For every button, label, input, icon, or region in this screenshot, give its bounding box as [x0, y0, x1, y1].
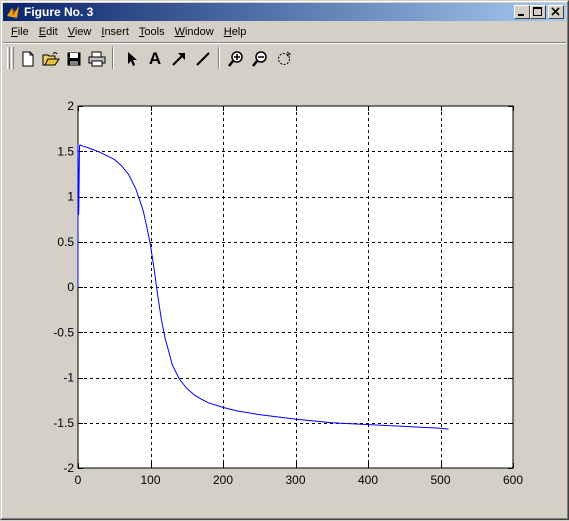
x-tick-labels: 0 100 200 300 400 500 600: [75, 473, 524, 487]
x-tick-label: 600: [503, 473, 523, 487]
plot-canvas[interactable]: 0 100 200 300 400 500 600 -2 -1.5 -1 -0.5 0 0.5 1 1.5…: [1, 1, 569, 521]
y-tick-label: 1: [67, 190, 74, 204]
y-tick-label: -2: [63, 461, 74, 475]
x-tick-label: 100: [140, 473, 160, 487]
figure-window: Figure No. 3 File Edit View Insert Tools Wind…: [0, 0, 569, 520]
y-tick-label: -1: [63, 371, 74, 385]
x-tick-label: 400: [358, 473, 378, 487]
x-tick-label: 300: [285, 473, 305, 487]
y-tick-label: -0.5: [53, 325, 74, 339]
y-tick-label: 1.5: [57, 144, 74, 158]
y-tick-label: 2: [67, 99, 74, 113]
x-tick-label: 200: [213, 473, 233, 487]
x-tick-label: 0: [75, 473, 82, 487]
y-tick-label: 0: [67, 280, 74, 294]
y-tick-label: -1.5: [53, 416, 74, 430]
y-tick-label: 0.5: [57, 235, 74, 249]
x-tick-label: 500: [430, 473, 450, 487]
y-tick-labels: -2 -1.5 -1 -0.5 0 0.5 1 1.5 2: [53, 99, 74, 475]
